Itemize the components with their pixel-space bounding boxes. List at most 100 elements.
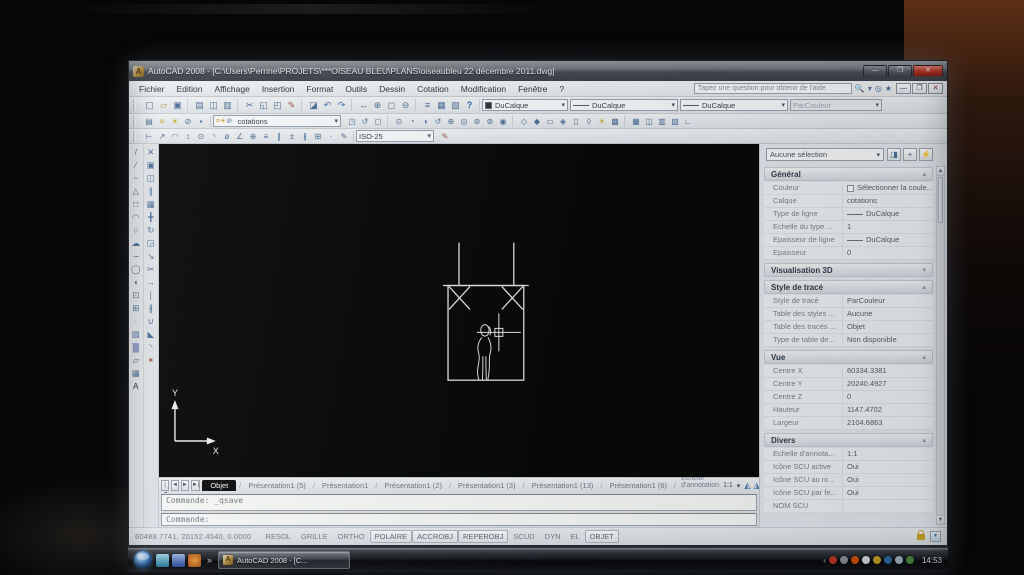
toggle-reperobj[interactable]: REPEROBJ	[458, 530, 508, 543]
free-orbit-icon[interactable]: ↺	[432, 116, 444, 127]
start-button[interactable]	[134, 551, 152, 569]
zoom-orbit-icon[interactable]: ◔	[406, 116, 418, 127]
section-style-de-trace[interactable]: Style de tracé▴	[764, 280, 933, 294]
named-views-icon[interactable]: ▦	[630, 116, 642, 127]
menu-cotation[interactable]: Cotation	[411, 81, 455, 97]
dim-radius-icon[interactable]: ⊙	[195, 131, 207, 142]
layer-properties-icon[interactable]: ▤	[143, 116, 155, 127]
mtext-icon[interactable]: A	[129, 380, 142, 393]
light-bulb-icon[interactable]: ¤	[156, 116, 168, 127]
camera-icon[interactable]: ◎	[458, 116, 470, 127]
ellipse-arc-icon[interactable]: ◖	[129, 276, 142, 289]
command-history-line[interactable]: Commande: _qsave	[161, 494, 757, 511]
doc-restore-button[interactable]: ❐	[912, 83, 927, 94]
tray-icon[interactable]	[906, 556, 914, 564]
scroll-down-icon[interactable]: ▼	[937, 515, 944, 524]
menu-edition[interactable]: Edition	[171, 81, 209, 97]
toggle-ortho[interactable]: ORTHO	[333, 530, 370, 543]
lineweight-dropdown[interactable]: DuCalque ▾	[680, 99, 788, 111]
tray-icon[interactable]	[829, 556, 837, 564]
tray-expand-icon[interactable]: ‹	[823, 556, 826, 565]
tab-prev-button[interactable]: ◄	[171, 480, 179, 491]
search-icon[interactable]: 🔍	[855, 83, 865, 95]
dim-aligned-icon[interactable]: ↗	[156, 131, 168, 142]
make-block-icon[interactable]: ⊞	[129, 302, 142, 315]
layer-dropdown[interactable]: ¤☀⊘▪ cotations ▾	[213, 115, 341, 127]
tab-last-button[interactable]: ►|	[191, 480, 201, 491]
menu-format[interactable]: Format	[300, 81, 339, 97]
menu-outils[interactable]: Outils	[339, 81, 373, 97]
move-icon[interactable]: ╋	[144, 211, 157, 224]
ucs-tool-icon[interactable]: ∟	[682, 116, 694, 127]
offset-icon[interactable]: ∥	[144, 185, 157, 198]
toggle-scud[interactable]: SCUD	[508, 530, 539, 543]
match-properties-icon[interactable]: ✎	[285, 99, 298, 111]
line-icon[interactable]: /	[129, 146, 142, 159]
visual-style-icon[interactable]: ▯	[570, 116, 582, 127]
break-icon[interactable]: ∦	[144, 302, 157, 315]
qnew-icon[interactable]: ▢	[143, 99, 156, 111]
tray-icon[interactable]	[851, 556, 859, 564]
view-iso-icon[interactable]: ◈	[557, 116, 569, 127]
layer-lock-icon[interactable]: ⊘	[182, 116, 194, 127]
properties-icon[interactable]: ≡	[421, 99, 434, 111]
stretch-icon[interactable]: ↘	[144, 250, 157, 263]
table-icon[interactable]: ▦	[129, 367, 142, 380]
communication-center-icon[interactable]: ◎	[875, 83, 882, 95]
chamfer-icon[interactable]: ◣	[144, 328, 157, 341]
publish-3d-icon[interactable]: ▧	[669, 116, 681, 127]
fillet-icon[interactable]: ◝	[144, 341, 157, 354]
erase-icon[interactable]: ✕	[144, 146, 157, 159]
dim-tolerance-icon[interactable]: ⊞	[312, 131, 324, 142]
dim-update-icon[interactable]: ✎	[439, 131, 451, 142]
tool-palettes-icon[interactable]: ▧	[449, 99, 462, 111]
menu-aide[interactable]: ?	[553, 81, 570, 97]
tray-icon[interactable]	[884, 556, 892, 564]
plot-preview-icon[interactable]: ◫	[207, 99, 220, 111]
menu-insertion[interactable]: Insertion	[256, 81, 301, 97]
status-tray-icon[interactable]: ▾	[930, 531, 941, 542]
toolbar-grip[interactable]	[133, 131, 136, 142]
arc-icon[interactable]: ◠	[129, 211, 142, 224]
command-input-line[interactable]: Commande:	[161, 513, 757, 526]
selection-dropdown[interactable]: Aucune sélection ▾	[766, 148, 884, 161]
menu-affichage[interactable]: Affichage	[209, 81, 256, 97]
linetype-dropdown[interactable]: DuCalque ▾	[570, 99, 678, 111]
help-icon[interactable]: ?	[463, 99, 476, 111]
view-left-icon[interactable]: ▭	[544, 116, 556, 127]
layer-previous-icon[interactable]: ↺	[359, 116, 371, 127]
quick-select-icon[interactable]: ⚡	[919, 148, 933, 161]
pickadd-toggle-icon[interactable]: ◨	[887, 148, 901, 161]
circle-icon[interactable]: ○	[129, 224, 142, 237]
title-bar[interactable]: A AutoCAD 2008 - [C:\Users\Perrine\PROJE…	[129, 61, 947, 81]
toggle-resol[interactable]: RESOL	[261, 530, 296, 543]
tray-icon[interactable]	[895, 556, 903, 564]
dim-diameter-icon[interactable]: ø	[221, 131, 233, 142]
minimize-button[interactable]: —	[863, 65, 887, 77]
dim-center-mark-icon[interactable]: ·	[325, 131, 337, 142]
section-general[interactable]: Général▴	[764, 167, 933, 181]
menu-fenetre[interactable]: Fenêtre	[512, 81, 553, 97]
redo-icon[interactable]: ↷	[335, 99, 348, 111]
taskbar-autocad-button[interactable]: A AutoCAD 2008 - [C...	[218, 551, 350, 569]
toggle-objet[interactable]: OBJET	[585, 530, 619, 543]
annotation-visible-icon[interactable]: ◭	[744, 481, 750, 490]
menu-modification[interactable]: Modification	[455, 81, 512, 97]
region-icon[interactable]: ▱	[129, 354, 142, 367]
sheet-icon[interactable]: ▥	[656, 116, 668, 127]
scrollbar-thumb[interactable]	[938, 177, 943, 223]
plotstyle-dropdown[interactable]: ParCouleur ▾	[790, 99, 882, 111]
tab-first-button[interactable]: |◄	[161, 480, 169, 491]
switch-windows-icon[interactable]	[172, 554, 185, 567]
toolbar-lock-icon[interactable]	[917, 534, 925, 540]
tab-next-button[interactable]: ►	[181, 480, 189, 491]
dim-jogged-icon[interactable]: ◝	[208, 131, 220, 142]
rectangle-icon[interactable]: □	[129, 198, 142, 211]
cut-icon[interactable]: ✂	[243, 99, 256, 111]
undo-icon[interactable]: ↶	[321, 99, 334, 111]
scale-icon[interactable]: ◲	[144, 237, 157, 250]
toggle-dyn[interactable]: DYN	[540, 530, 566, 543]
maximize-button[interactable]: ❐	[888, 65, 912, 77]
tray-icon[interactable]	[873, 556, 881, 564]
dim-break-icon[interactable]: ∦	[299, 131, 311, 142]
